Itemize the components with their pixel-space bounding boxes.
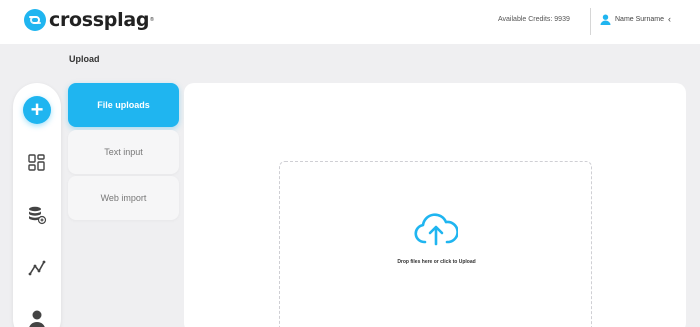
upload-panel: Drop files here or click to Upload <box>184 83 686 327</box>
logo-trademark: ® <box>150 17 154 23</box>
grid-icon[interactable] <box>27 153 47 173</box>
dropzone-text: Drop files here or click to Upload <box>397 259 476 265</box>
available-credits: Available Credits: 9939 <box>498 16 570 23</box>
user-name: Name Surname <box>615 16 665 23</box>
file-dropzone[interactable]: Drop files here or click to Upload <box>279 161 592 327</box>
add-button[interactable]: + <box>23 96 51 124</box>
crossplag-logo[interactable]: crossplag ® <box>24 9 154 31</box>
database-icon[interactable] <box>27 205 47 225</box>
cloud-upload-icon <box>414 213 458 246</box>
tab-web-import[interactable]: Web import <box>68 176 179 220</box>
tab-text-input[interactable]: Text input <box>68 130 179 174</box>
sidebar-nav: + <box>13 83 61 327</box>
page-title: Upload <box>69 54 100 64</box>
chevron-left-icon[interactable]: ‹ <box>668 15 671 24</box>
user-icon[interactable] <box>27 309 47 327</box>
tab-file-uploads[interactable]: File uploads <box>68 83 179 127</box>
user-avatar-icon <box>600 14 611 25</box>
logo-mark-icon <box>24 9 46 31</box>
analytics-icon[interactable] <box>27 258 47 278</box>
logo-text: crossplag <box>49 9 150 31</box>
header-divider <box>590 8 591 35</box>
plus-icon: + <box>30 97 44 122</box>
user-menu[interactable]: Name Surname ‹ <box>600 14 671 25</box>
top-bar: crossplag ® Available Credits: 9939 Name… <box>0 0 700 44</box>
